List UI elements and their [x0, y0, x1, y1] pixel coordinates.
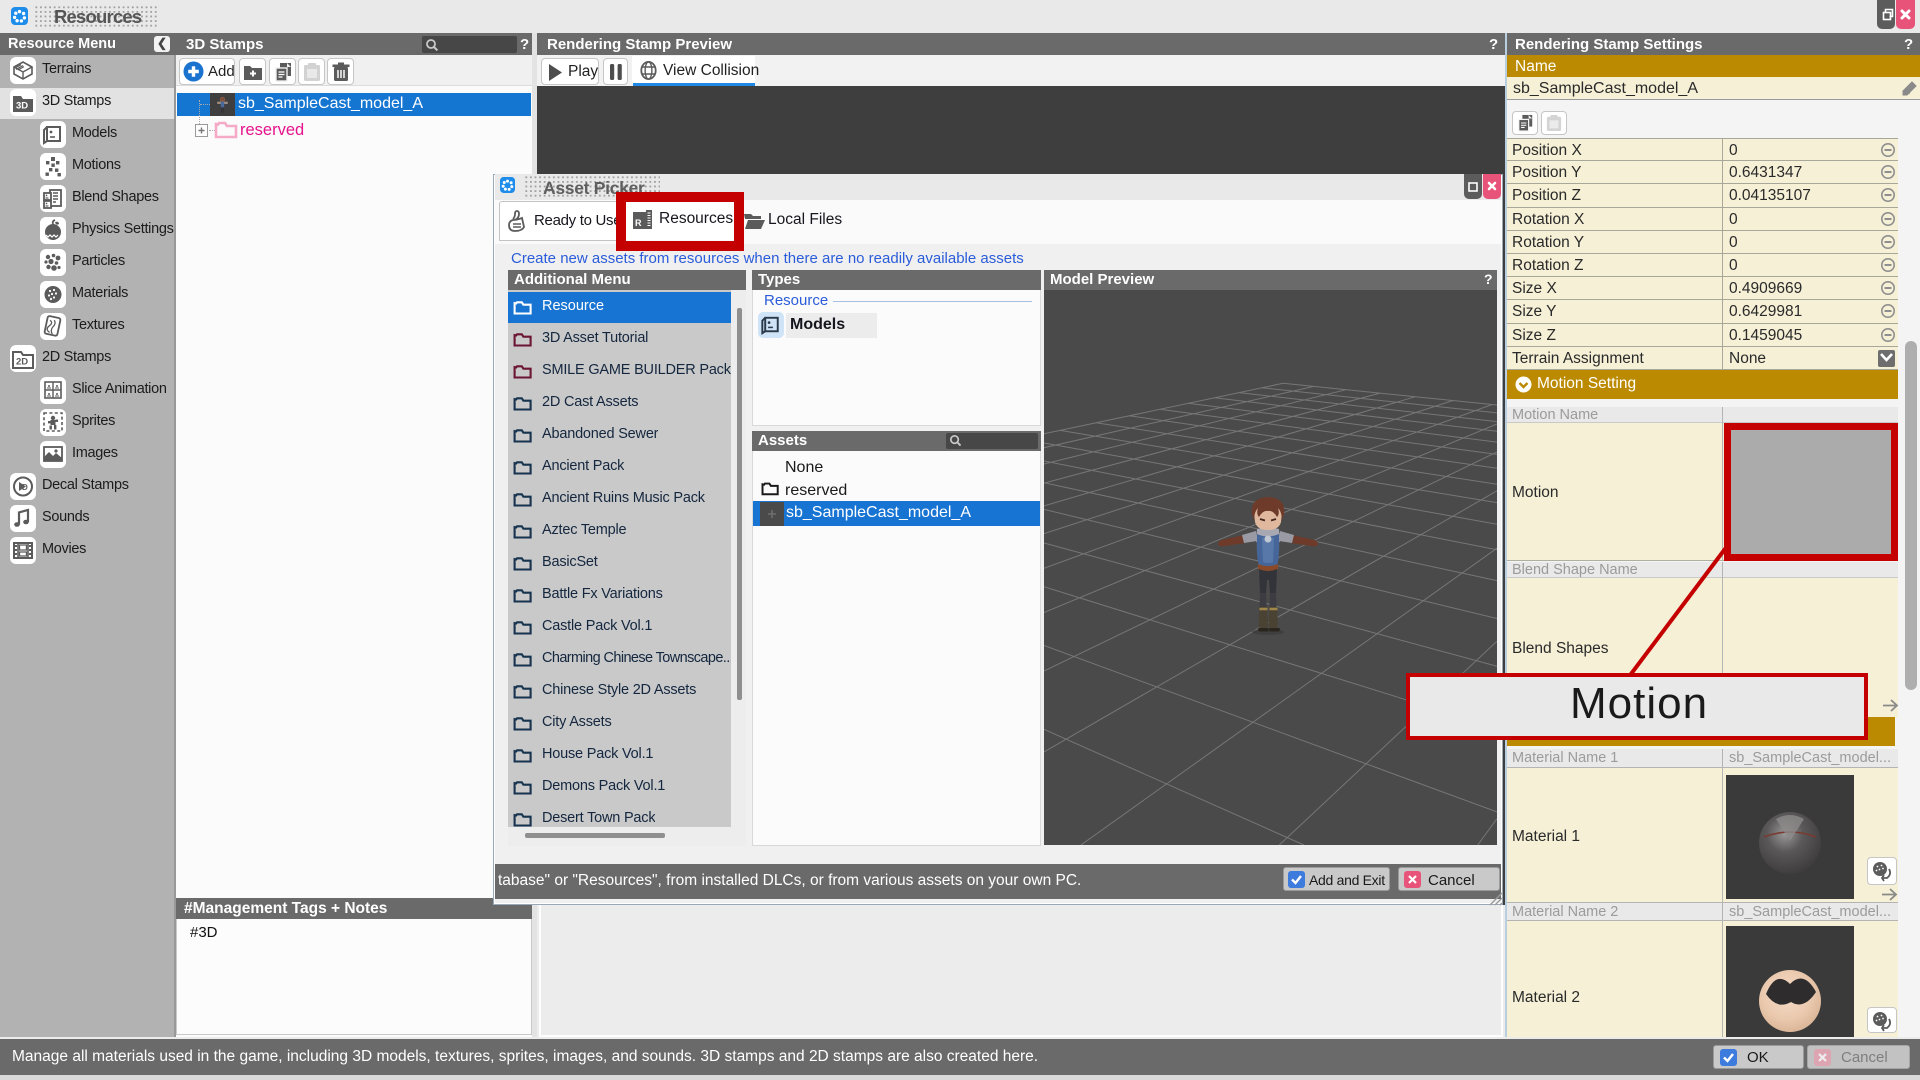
svg-text:3D: 3D [16, 101, 28, 112]
svg-text:D: D [22, 483, 28, 492]
svg-text:2D: 2D [16, 357, 28, 368]
